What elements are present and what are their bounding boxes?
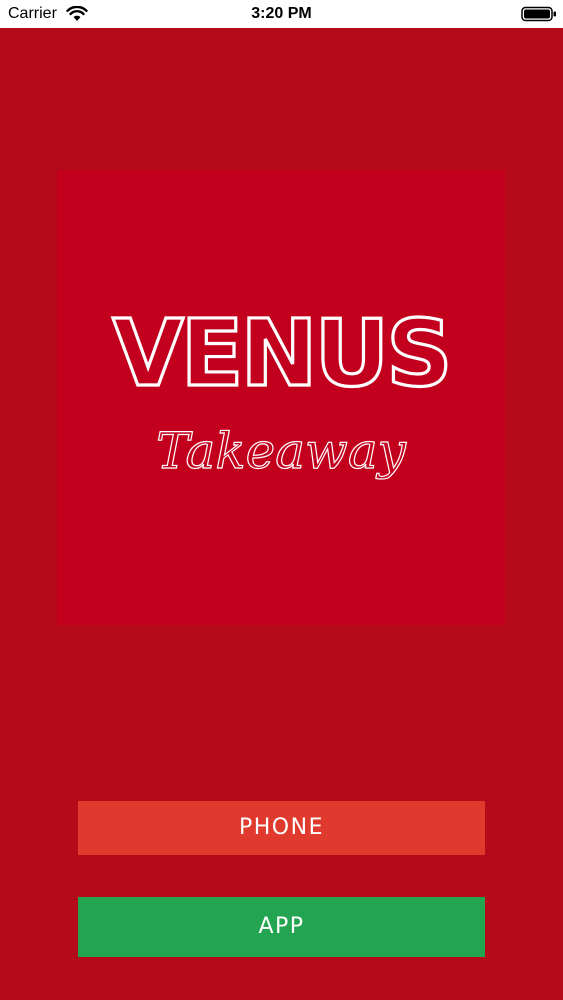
logo-title-text: VENUS — [112, 300, 449, 400]
logo-subtitle-text: Takeaway — [156, 422, 407, 480]
status-time: 3:20 PM — [251, 5, 312, 22]
status-bar: Carrier 3:20 PM — [0, 0, 563, 28]
venus-takeaway-logo: VENUS Takeaway — [57, 170, 505, 625]
logo-subtitle: Takeaway — [155, 421, 407, 480]
app-button[interactable]: APP — [78, 897, 485, 957]
logo-title: VENUS — [111, 298, 454, 400]
battery-icon — [521, 6, 557, 22]
phone-button[interactable]: PHONE — [78, 801, 485, 855]
